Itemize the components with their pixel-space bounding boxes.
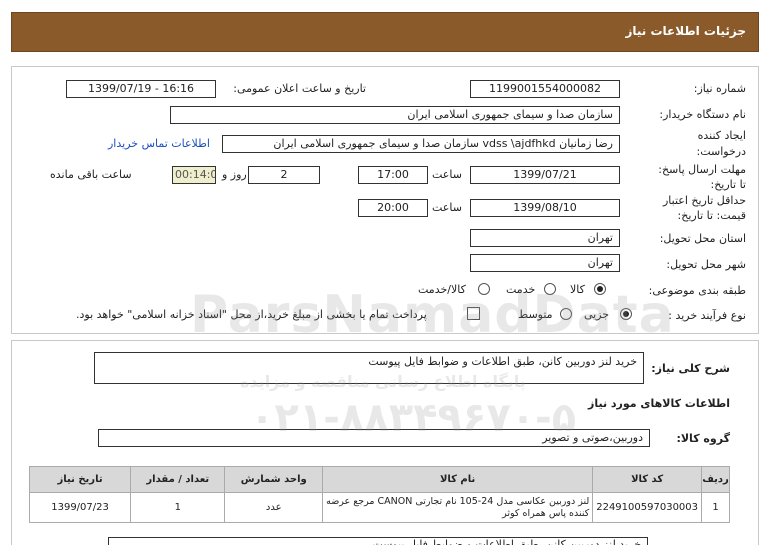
col-qty: تعداد / مقدار [130, 466, 226, 493]
cell-code: 2249100597030003 [592, 492, 703, 523]
remaining-label: ساعت باقی مانده [50, 168, 132, 181]
description-label: شرح کلی نیاز: [651, 362, 730, 375]
watermark-brand: ParsNamadData [190, 285, 675, 345]
bottom-description-field: خرید لنز دوربین کانن، طبق اطلاعات و ضواب… [108, 537, 648, 545]
goods-group-label: گروه کالا: [676, 432, 730, 445]
need-number-label: شماره نیاز: [693, 82, 746, 95]
validity-label: حداقل تاریخ اعتبار [662, 194, 746, 207]
goods-table: ردیف کد کالا نام کالا واحد شمارش تعداد /… [28, 466, 730, 523]
reply-date-field: 1399/07/21 [470, 166, 620, 184]
col-unit: واحد شمارش [224, 466, 324, 493]
page-title: جزئیات اطلاعات نیاز [625, 24, 746, 38]
remaining-timer: 00:14:09 [172, 166, 216, 184]
creator-label: ایجاد کننده [697, 129, 746, 142]
creator-field: رضا زمانیان vdss \ajdfhkd سازمان صدا و س… [222, 135, 620, 153]
cell-date: 1399/07/23 [28, 492, 132, 523]
buyer-org-label: نام دستگاه خریدار: [659, 108, 746, 121]
col-code: کد کالا [592, 466, 703, 493]
buyer-org-field: سازمان صدا و سیمای جمهوری اسلامی ایران [170, 106, 620, 124]
need-number-field: 1199001554000082 [470, 80, 620, 98]
watermark-line1: پایگاه اطلاع رسانی مناقصه و مزایده [240, 372, 526, 391]
col-name: نام کالا [322, 466, 594, 493]
validity-time-field: 20:00 [358, 199, 428, 217]
validity-label-2: قیمت: تا تاریخ: [677, 209, 746, 222]
city-label: شهر محل تحویل: [666, 258, 746, 271]
announce-date-field: 1399/07/19 - 16:16 [66, 80, 216, 98]
cell-unit: عدد [224, 492, 324, 523]
reply-deadline-label-2: تا تاریخ: [710, 178, 746, 191]
reply-deadline-label: مهلت ارسال پاسخ: [658, 163, 746, 176]
cell-qty: 1 [130, 492, 226, 523]
cell-row: 1 [701, 492, 730, 523]
days-field: 2 [248, 166, 320, 184]
cell-name: لنز دوربین عکاسی مدل 24-105 نام تجارتی C… [322, 492, 594, 523]
days-label: روز و [222, 168, 247, 181]
table-row: 1 2249100597030003 لنز دوربین عکاسی مدل … [28, 492, 730, 523]
validity-date-field: 1399/08/10 [470, 199, 620, 217]
validity-hour-label: ساعت [432, 201, 462, 214]
reply-time-field: 17:00 [358, 166, 428, 184]
page-header: جزئیات اطلاعات نیاز [11, 12, 759, 52]
watermark-phone: ۰۲۱-۸۸۳۴۹۶۷۰-۵ [250, 395, 577, 441]
goods-section-title: اطلاعات کالاهای مورد نیاز [588, 397, 730, 410]
goods-table-header: ردیف کد کالا نام کالا واحد شمارش تعداد /… [28, 466, 730, 493]
province-field: تهران [470, 229, 620, 247]
col-row: ردیف [701, 466, 730, 493]
province-label: استان محل تحویل: [659, 232, 746, 245]
col-date: تاریخ نیاز [28, 466, 132, 493]
announce-date-label: تاریخ و ساعت اعلان عمومی: [233, 82, 366, 95]
process-label: نوع فرآیند خرید : [668, 309, 746, 322]
reply-hour-label: ساعت [432, 168, 462, 181]
city-field: تهران [470, 254, 620, 272]
creator-label-2: درخواست: [696, 145, 746, 158]
buyer-contact-link[interactable]: اطلاعات تماس خریدار [108, 137, 210, 150]
